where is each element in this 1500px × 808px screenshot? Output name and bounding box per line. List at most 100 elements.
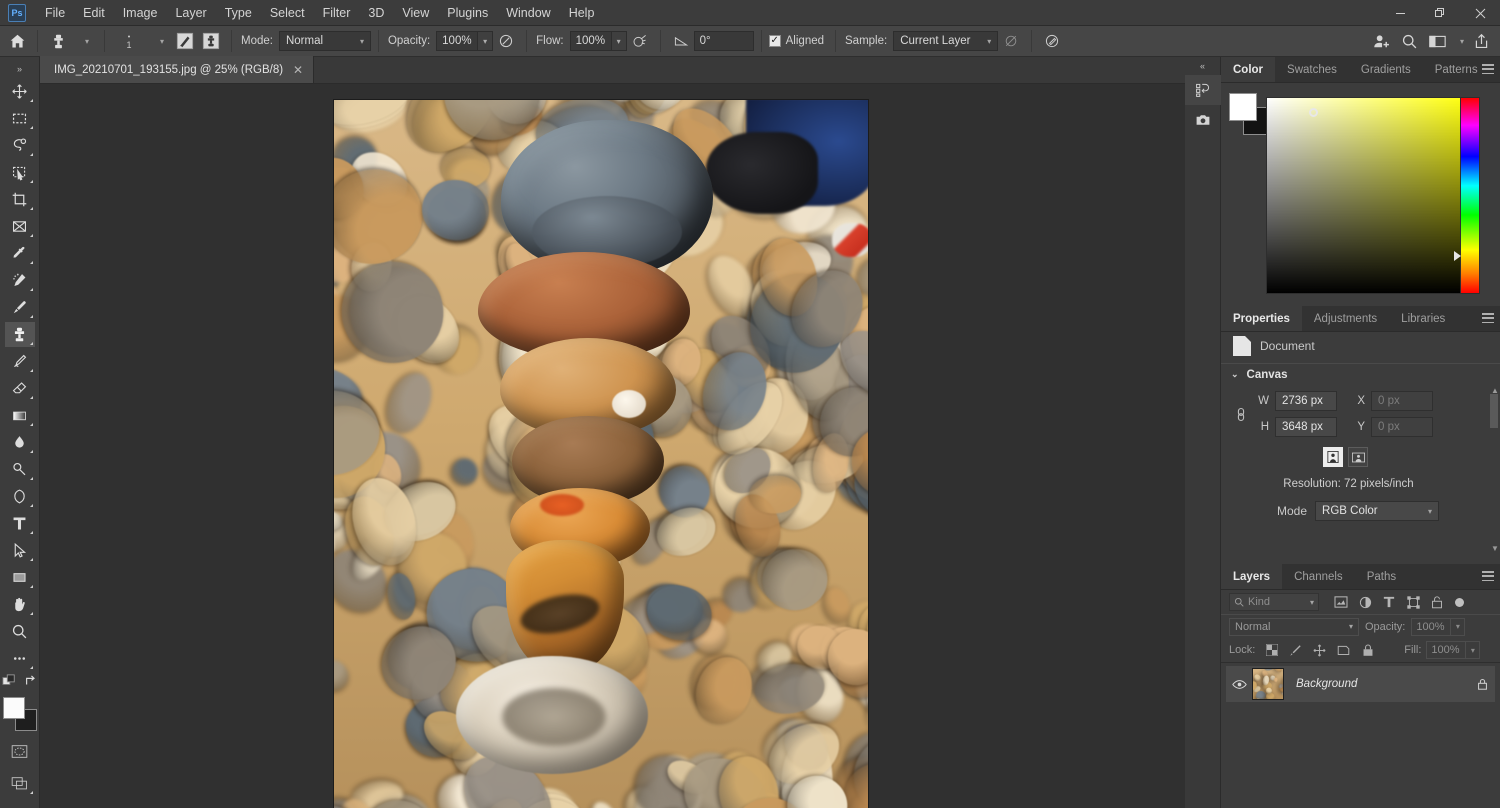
color-mode-select[interactable]: RGB Color ▾	[1315, 501, 1439, 521]
lock-transparent-pixels-icon[interactable]	[1262, 641, 1281, 660]
tab-properties[interactable]: Properties	[1221, 306, 1302, 331]
edit-toolbar-button[interactable]	[5, 646, 35, 671]
spot-healing-brush-tool[interactable]	[5, 268, 35, 293]
flow-value[interactable]: 100%	[570, 31, 612, 51]
link-dimensions-icon[interactable]	[1231, 405, 1251, 424]
move-tool[interactable]	[5, 79, 35, 104]
eye-visible-icon[interactable]	[1226, 679, 1252, 690]
rectangular-marquee-tool[interactable]	[5, 106, 35, 131]
scrollbar-thumb[interactable]	[1490, 394, 1498, 428]
image-canvas[interactable]	[334, 100, 868, 808]
tab-patterns[interactable]: Patterns	[1423, 57, 1490, 82]
path-selection-tool[interactable]	[5, 538, 35, 563]
opacity-stepper[interactable]: ▾	[478, 31, 493, 51]
panel-menu-icon[interactable]	[1482, 64, 1494, 74]
filter-pixel-icon[interactable]	[1329, 592, 1353, 612]
tool-preset-chevron-icon[interactable]: ▾	[71, 29, 97, 53]
layer-opacity-stepper[interactable]: ▾	[1451, 618, 1465, 636]
menu-file[interactable]: File	[36, 2, 74, 24]
layer-fill-stepper[interactable]: ▾	[1466, 641, 1480, 659]
snapshot-panel-icon[interactable]	[1185, 105, 1221, 135]
tab-adjustments[interactable]: Adjustments	[1302, 306, 1389, 331]
menu-plugins[interactable]: Plugins	[438, 2, 497, 24]
home-icon[interactable]	[4, 29, 30, 53]
menu-layer[interactable]: Layer	[166, 2, 215, 24]
frame-tool[interactable]	[5, 214, 35, 239]
gradient-tool[interactable]	[5, 403, 35, 428]
filter-adjustment-icon[interactable]	[1353, 592, 1377, 612]
layer-thumbnail[interactable]	[1252, 668, 1284, 700]
eraser-tool[interactable]	[5, 376, 35, 401]
filter-toggle-icon[interactable]	[1455, 598, 1464, 607]
dodge-tool[interactable]	[5, 457, 35, 482]
lock-artboard-icon[interactable]	[1334, 641, 1353, 660]
menu-help[interactable]: Help	[560, 2, 604, 24]
layer-blend-mode-select[interactable]: Normal ▾	[1229, 618, 1359, 636]
menu-type[interactable]: Type	[216, 2, 261, 24]
canvas-area[interactable]	[40, 84, 1185, 808]
brush-settings-icon[interactable]	[198, 29, 224, 53]
brush-tool[interactable]	[5, 295, 35, 320]
tab-channels[interactable]: Channels	[1282, 564, 1355, 589]
list-item[interactable]: Background	[1225, 665, 1496, 703]
share-icon[interactable]	[1468, 29, 1494, 53]
tab-gradients[interactable]: Gradients	[1349, 57, 1423, 82]
pen-tool[interactable]	[5, 484, 35, 509]
orientation-portrait-icon[interactable]	[1323, 447, 1343, 467]
sample-select[interactable]: Current Layer ▾	[893, 31, 998, 51]
angle-value[interactable]: 0°	[694, 31, 754, 51]
brush-preset-chevron-icon[interactable]: ▾	[146, 29, 172, 53]
scroll-down-arrow-icon[interactable]: ▼	[1491, 544, 1499, 553]
eyedropper-tool[interactable]	[5, 241, 35, 266]
layer-fill-value[interactable]: 100%	[1426, 641, 1466, 659]
filter-type-icon[interactable]	[1377, 592, 1401, 612]
hue-slider[interactable]	[1460, 97, 1480, 294]
search-icon[interactable]	[1396, 29, 1422, 53]
foreground-color-swatch[interactable]	[3, 697, 25, 719]
hand-tool[interactable]	[5, 592, 35, 617]
document-tab[interactable]: IMG_20210701_193155.jpg @ 25% (RGB/8) ✕	[40, 56, 314, 83]
lock-image-pixels-icon[interactable]	[1286, 641, 1305, 660]
panel-menu-icon[interactable]	[1482, 571, 1494, 581]
blur-tool[interactable]	[5, 430, 35, 455]
tab-libraries[interactable]: Libraries	[1389, 306, 1457, 331]
maximize-restore-button[interactable]	[1420, 0, 1460, 26]
aligned-checkbox[interactable]: ✓ Aligned	[769, 35, 824, 47]
menu-select[interactable]: Select	[261, 2, 314, 24]
collapse-panels-icon[interactable]: «	[1185, 57, 1220, 75]
default-colors-icon[interactable]	[2, 674, 16, 691]
workspace-chevron-icon[interactable]: ▾	[1452, 29, 1466, 53]
brush-preset-icon[interactable]	[172, 29, 198, 53]
tab-layers[interactable]: Layers	[1221, 564, 1282, 589]
ignore-adjustment-layers-icon[interactable]	[998, 29, 1024, 53]
airbrush-icon[interactable]	[627, 29, 653, 53]
menu-3d[interactable]: 3D	[359, 2, 393, 24]
blend-mode-select[interactable]: Normal ▾	[279, 31, 371, 51]
clone-stamp-icon[interactable]	[45, 29, 71, 53]
lock-all-icon[interactable]	[1358, 641, 1377, 660]
color-ramp[interactable]	[1266, 97, 1478, 294]
workspace-icon[interactable]	[1424, 29, 1450, 53]
menu-window[interactable]: Window	[497, 2, 559, 24]
minimize-button[interactable]	[1380, 0, 1420, 26]
height-input[interactable]: 3648 px	[1275, 417, 1337, 437]
menu-filter[interactable]: Filter	[314, 2, 360, 24]
object-selection-tool[interactable]	[5, 160, 35, 185]
menu-view[interactable]: View	[393, 2, 438, 24]
swap-colors-icon[interactable]	[24, 674, 38, 691]
clone-stamp-tool[interactable]	[5, 322, 35, 347]
width-input[interactable]: 2736 px	[1275, 391, 1337, 411]
foreground-color-swatch[interactable]	[1229, 93, 1257, 121]
y-input[interactable]: 0 px	[1371, 417, 1433, 437]
opacity-value[interactable]: 100%	[436, 31, 478, 51]
close-button[interactable]	[1460, 0, 1500, 26]
pressure-size-icon[interactable]	[1039, 29, 1065, 53]
quick-mask-button[interactable]	[5, 739, 35, 764]
lasso-tool[interactable]	[5, 133, 35, 158]
screen-mode-button[interactable]	[5, 771, 35, 796]
tab-color[interactable]: Color	[1221, 57, 1275, 82]
x-input[interactable]: 0 px	[1371, 391, 1433, 411]
filter-shape-icon[interactable]	[1401, 592, 1425, 612]
lock-position-icon[interactable]	[1310, 641, 1329, 660]
share-document-icon[interactable]	[1368, 29, 1394, 53]
